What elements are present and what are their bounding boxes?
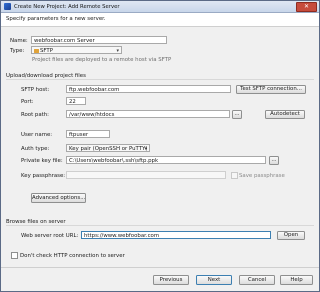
dialog-header: Specify parameters for a new server. [1, 13, 319, 27]
private-key-label: Private key file: [21, 158, 63, 164]
user-name-label: User name: [21, 132, 53, 138]
footer-divider [1, 267, 319, 268]
web-root-url-label: Web server root URL: [21, 233, 79, 239]
chevron-down-icon: ▾ [116, 48, 119, 54]
port-field[interactable]: 22 [66, 97, 86, 105]
upload-divider [6, 79, 314, 80]
close-icon: ✕ [303, 3, 310, 10]
user-name-field[interactable]: ftpuser [66, 130, 110, 138]
autodetect-button[interactable]: Autodetect [265, 109, 305, 119]
header-text: Specify parameters for a new server. [6, 16, 106, 22]
previous-button[interactable]: Previous [153, 275, 189, 285]
save-passphrase-label: Save passphrase [239, 173, 285, 179]
cancel-button[interactable]: Cancel [239, 275, 275, 285]
chevron-down-icon: ▾ [144, 146, 147, 152]
help-button[interactable]: Help [280, 275, 313, 285]
root-path-label: Root path: [21, 112, 49, 118]
sftp-host-label: SFTP host: [21, 87, 50, 93]
next-button[interactable]: Next [196, 275, 232, 285]
sftp-host-field[interactable]: ftp.webfoobar.com [66, 85, 231, 93]
type-dropdown[interactable]: SFTP ▾ [31, 46, 122, 54]
name-field[interactable]: webfoobar.com Server [31, 36, 167, 44]
private-key-browse-button[interactable]: ... [269, 155, 279, 165]
root-path-field[interactable]: /var/www/htdocs [66, 110, 230, 118]
root-path-browse-button[interactable]: ... [232, 109, 242, 119]
name-label: Name: [10, 38, 28, 44]
test-sftp-connection-button[interactable]: Test SFTP connection... [236, 84, 306, 94]
dont-check-http-label: Don't check HTTP connection to server [20, 253, 125, 259]
type-value: SFTP [40, 48, 53, 54]
title-bar[interactable]: Create New Project: Add Remote Server ✕ [1, 1, 319, 13]
advanced-options-button[interactable]: Advanced options... [31, 193, 86, 203]
browse-divider [6, 225, 314, 226]
port-label: Port: [21, 99, 34, 105]
key-passphrase-label: Key passphrase: [21, 173, 66, 179]
sftp-folder-icon [34, 48, 39, 53]
auth-type-value: Key pair (OpenSSH or PuTTY) [69, 146, 148, 152]
window-title: Create New Project: Add Remote Server [14, 3, 120, 10]
dont-check-http-checkbox[interactable] [11, 252, 18, 259]
save-passphrase-checkbox[interactable] [231, 172, 238, 179]
type-hint: Project files are deployed to a remote h… [32, 57, 172, 63]
auth-type-dropdown[interactable]: Key pair (OpenSSH or PuTTY) ▾ [66, 144, 150, 152]
close-window-button[interactable]: ✕ [296, 2, 317, 12]
key-passphrase-field[interactable] [66, 171, 226, 179]
type-label: Type: [10, 48, 25, 54]
auth-type-label: Auth type: [21, 146, 50, 152]
web-root-url-field[interactable]: https://www.webfoobar.com [81, 231, 271, 239]
open-url-button[interactable]: Open [277, 230, 305, 240]
private-key-field[interactable]: C:\Users\webfoobar\.ssh\sftp.ppk [66, 156, 266, 164]
dialog-window: Create New Project: Add Remote Server ✕ … [0, 0, 320, 292]
app-icon [4, 3, 11, 10]
